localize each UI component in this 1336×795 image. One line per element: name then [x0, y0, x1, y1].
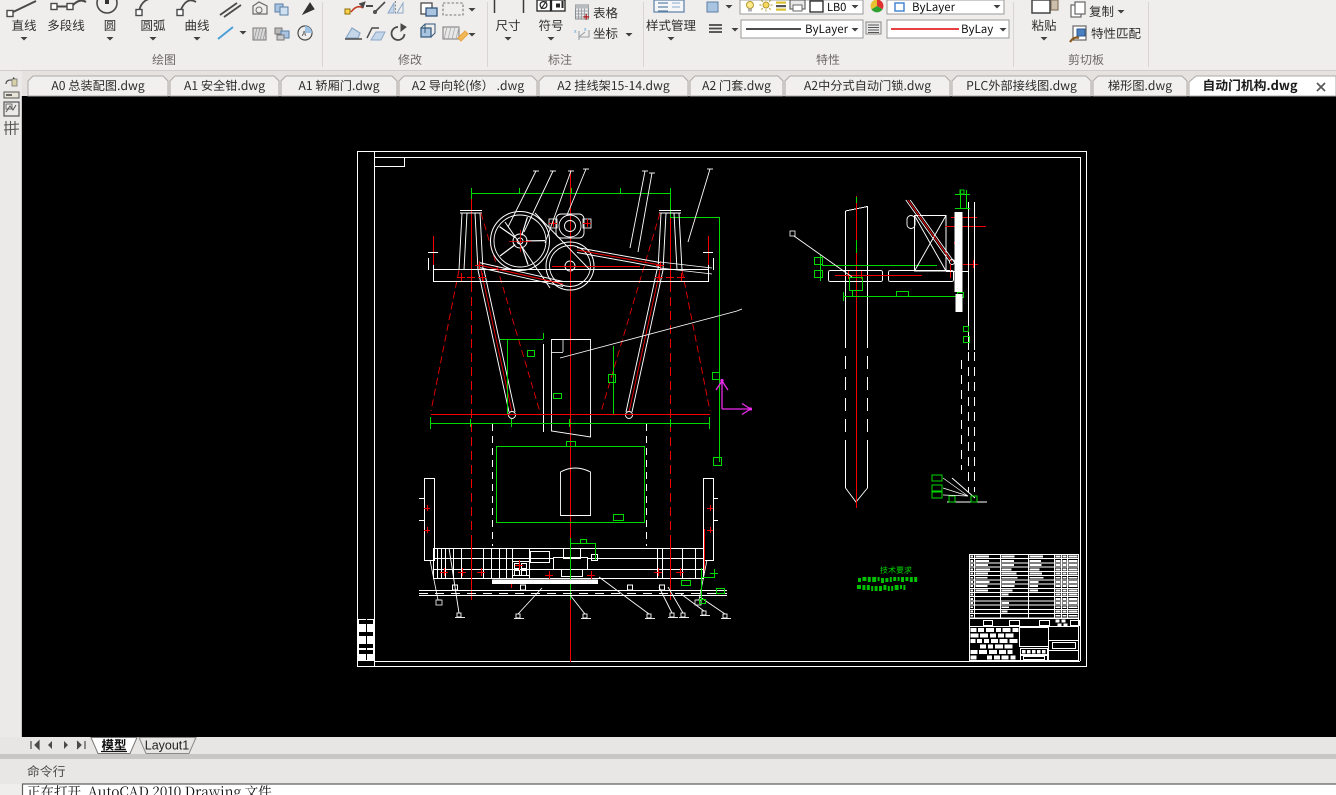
svg-text:Layout1: Layout1 — [145, 739, 190, 753]
